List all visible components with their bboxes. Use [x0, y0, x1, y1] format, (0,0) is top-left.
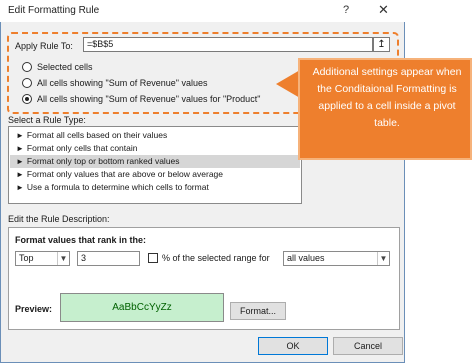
- close-icon[interactable]: ✕: [378, 2, 389, 18]
- rule-type-label: Select a Rule Type:: [8, 115, 86, 125]
- rule-type-item-selected[interactable]: ► Format only top or bottom ranked values: [10, 155, 300, 168]
- apply-rule-input[interactable]: =$B$5: [83, 37, 373, 52]
- ok-button[interactable]: OK: [258, 337, 328, 355]
- rule-bullet-icon: ►: [16, 183, 24, 192]
- rank-heading: Format values that rank in the:: [15, 235, 147, 245]
- dialog-title: Edit Formatting Rule: [8, 5, 100, 16]
- preview-swatch: AaBbCcYyZz: [60, 293, 224, 322]
- radio-selected-cells-label[interactable]: Selected cells: [37, 62, 93, 72]
- cancel-button[interactable]: Cancel: [333, 337, 403, 355]
- chevron-down-icon[interactable]: ▼: [57, 252, 69, 265]
- rule-type-item[interactable]: ► Format all cells based on their values: [10, 129, 300, 142]
- top-bottom-value: Top: [19, 253, 34, 263]
- radio-all-cells-sum-revenue[interactable]: [22, 78, 32, 88]
- apply-rule-label: Apply Rule To:: [15, 41, 73, 51]
- callout-text: Additional settings appear when the Cond…: [312, 66, 462, 129]
- percent-label: % of the selected range for: [162, 253, 270, 263]
- rule-type-item[interactable]: ► Use a formula to determine which cells …: [10, 181, 300, 194]
- rule-description-label: Edit the Rule Description:: [8, 214, 110, 224]
- top-bottom-select[interactable]: Top ▼: [15, 251, 70, 266]
- help-icon[interactable]: ?: [343, 4, 349, 16]
- format-button[interactable]: Format...: [230, 302, 286, 320]
- rule-bullet-icon: ►: [16, 157, 24, 166]
- rule-bullet-icon: ►: [16, 131, 24, 140]
- rule-type-item[interactable]: ► Format only values that are above or be…: [10, 168, 300, 181]
- radio-all-cells-sum-revenue-label[interactable]: All cells showing "Sum of Revenue" value…: [37, 78, 207, 88]
- percent-checkbox[interactable]: [148, 253, 158, 263]
- scope-select[interactable]: all values ▼: [283, 251, 390, 266]
- rule-bullet-icon: ►: [16, 170, 24, 179]
- rule-type-list[interactable]: ► Format all cells based on their values …: [8, 126, 302, 204]
- collapse-dialog-icon[interactable]: ↥: [373, 37, 390, 52]
- preview-label: Preview:: [15, 304, 53, 314]
- chevron-down-icon[interactable]: ▼: [377, 252, 389, 265]
- scope-value: all values: [287, 253, 325, 263]
- radio-selected-cells[interactable]: [22, 62, 32, 72]
- rank-count-input[interactable]: 3: [77, 251, 140, 266]
- radio-all-cells-sum-revenue-product-label[interactable]: All cells showing "Sum of Revenue" value…: [37, 94, 260, 104]
- radio-all-cells-sum-revenue-product[interactable]: [22, 94, 32, 104]
- callout-arrow: [276, 70, 300, 98]
- rule-type-item[interactable]: ► Format only cells that contain: [10, 142, 300, 155]
- rule-bullet-icon: ►: [16, 144, 24, 153]
